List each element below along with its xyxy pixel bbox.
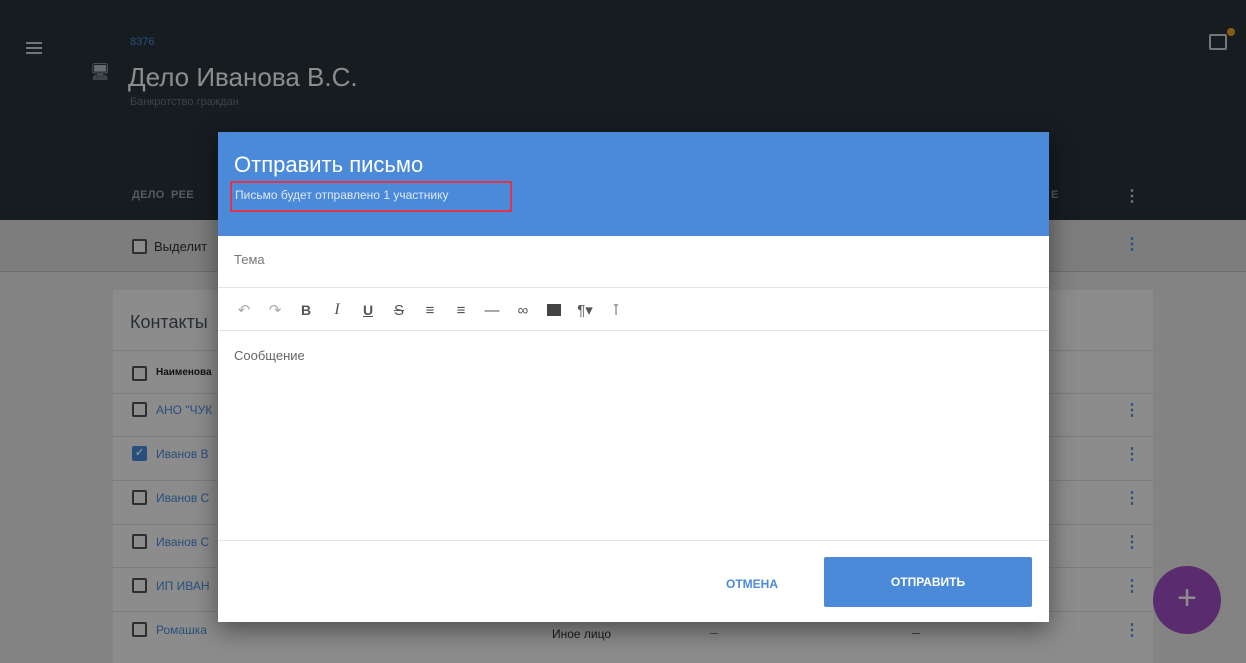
horizontal-rule-icon[interactable]: —	[478, 298, 506, 322]
send-letter-dialog: Отправить письмо Письмо будет отправлено…	[218, 132, 1049, 622]
undo-icon[interactable]: ↶	[230, 298, 258, 322]
strikethrough-icon[interactable]: S	[385, 298, 413, 322]
dialog-title: Отправить письмо	[234, 152, 424, 177]
bulleted-list-icon[interactable]: ≡	[416, 298, 444, 322]
editor-toolbar: ↶ ↷ B I U S ≡ ≡ — ∞ ¶▾ ⊺	[230, 298, 633, 322]
link-icon[interactable]: ∞	[509, 298, 537, 322]
divider	[218, 287, 1049, 288]
message-input[interactable]	[234, 348, 1024, 528]
redo-icon[interactable]: ↷	[261, 298, 289, 322]
dialog-header: Отправить письмо Письмо будет отправлено…	[218, 132, 1049, 236]
cancel-button[interactable]: ОТМЕНА	[718, 570, 786, 598]
highlight-annotation	[230, 181, 512, 212]
numbered-list-icon[interactable]: ≡	[447, 298, 475, 322]
send-button[interactable]: ОТПРАВИТЬ	[824, 557, 1032, 607]
italic-icon[interactable]: I	[323, 298, 351, 322]
divider	[218, 540, 1049, 541]
subject-input[interactable]	[234, 252, 1014, 267]
bold-icon[interactable]: B	[292, 298, 320, 322]
image-icon[interactable]	[540, 298, 568, 322]
divider	[218, 330, 1049, 331]
paragraph-format-icon[interactable]: ¶▾	[571, 298, 599, 322]
clear-format-icon[interactable]: ⊺	[602, 298, 630, 322]
underline-icon[interactable]: U	[354, 298, 382, 322]
